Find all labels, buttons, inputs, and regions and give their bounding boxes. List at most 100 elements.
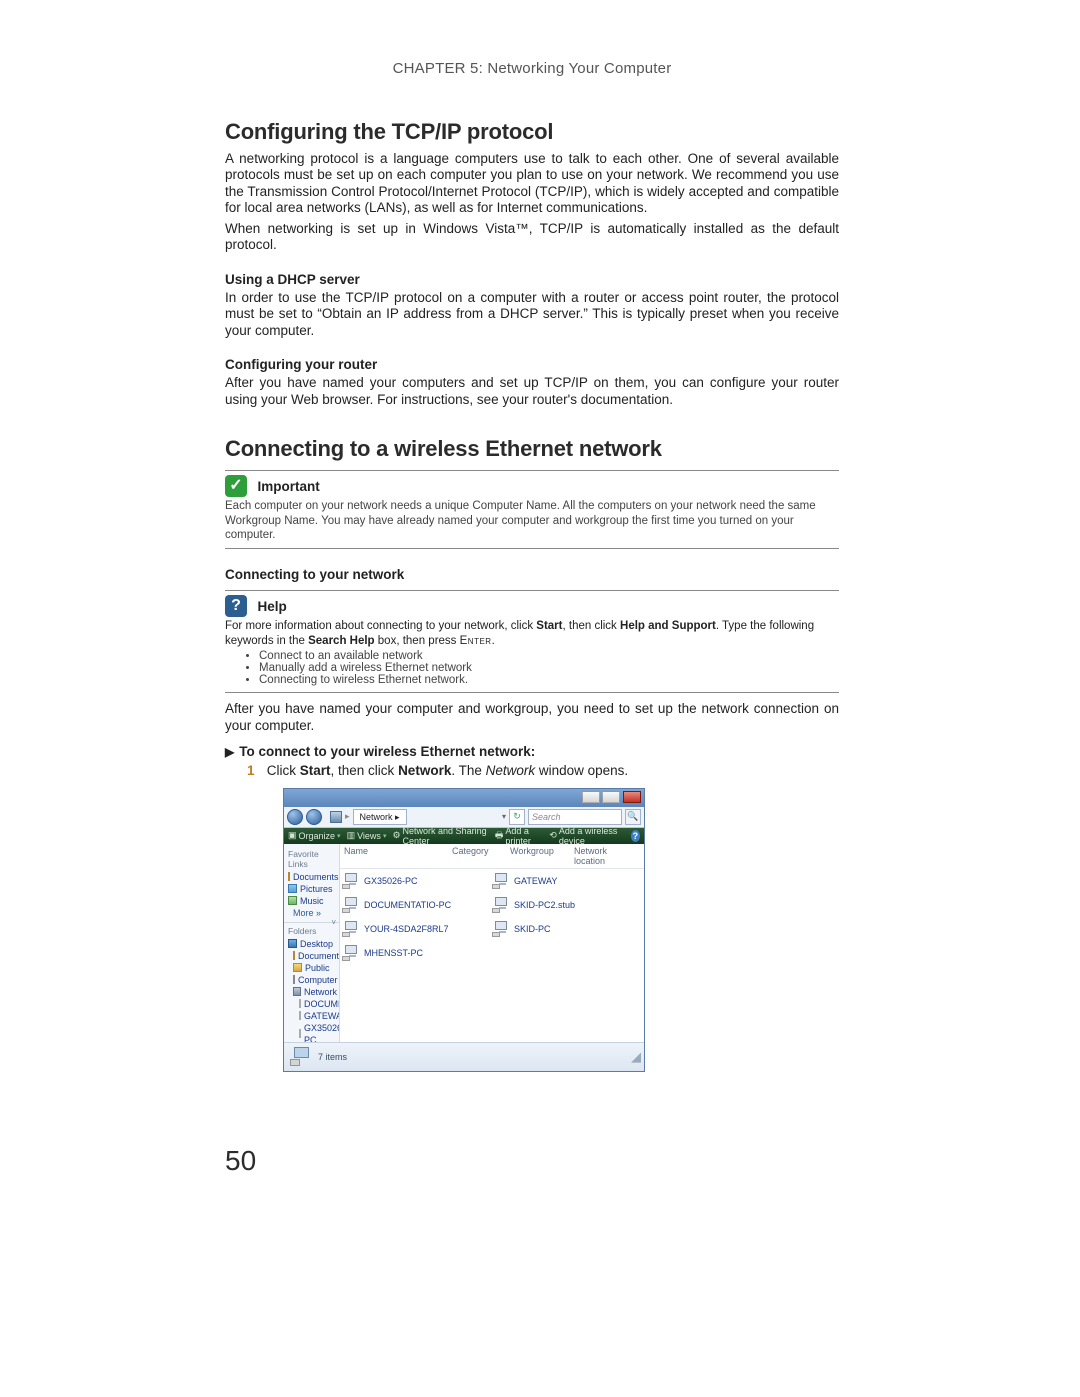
network-icon (330, 811, 342, 823)
sidebar-documents[interactable]: Documents (288, 871, 337, 883)
item-mhensst[interactable]: MHENSST-PC (342, 945, 492, 961)
sidebar-node-2[interactable]: GATEWAY (299, 1010, 337, 1022)
triangle-icon: ▶ (225, 745, 234, 759)
para-dhcp: In order to use the TCP/IP protocol on a… (225, 290, 839, 339)
heading-wireless: Connecting to a wireless Ethernet networ… (225, 436, 839, 462)
step-1-e: . The (451, 763, 485, 778)
sidebar-documentation[interactable]: Documentation (293, 950, 337, 962)
callout-help-title: Help (257, 599, 286, 614)
help-kw-2: Manually add a wireless Ethernet network (259, 662, 839, 674)
help-sh: Search Help (308, 635, 374, 647)
computer-icon (342, 873, 360, 889)
col-category[interactable]: Category (448, 844, 506, 868)
sidebar-public[interactable]: Public (293, 962, 337, 974)
toolbar: ▣Organize▾ ▥Views▾ ⚙Network and Sharing … (284, 828, 644, 844)
callout-important-text: Each computer on your network needs a un… (225, 500, 816, 541)
callout-help-body: For more information about connecting to… (225, 619, 839, 648)
procedure-heading: ▶ To connect to your wireless Ethernet ne… (225, 744, 839, 759)
step-1: 1 Click Start, then click Network. The N… (247, 763, 839, 778)
forward-button[interactable] (306, 809, 322, 825)
help-text-a: For more information about connecting to… (225, 620, 536, 632)
item-documentatio[interactable]: DOCUMENTATIO-PC (342, 897, 492, 913)
col-workgroup[interactable]: Workgroup (506, 844, 570, 868)
computer-icon (342, 945, 360, 961)
maximize-button[interactable] (602, 791, 620, 803)
status-bar: 7 items ◢ (284, 1042, 644, 1071)
minimize-button[interactable] (582, 791, 600, 803)
callout-important-title: Important (257, 479, 319, 494)
sidebar-network[interactable]: Network (293, 986, 337, 998)
address-bar: ▸ Network ▸ ▾ ↻ Search 🔍 (284, 807, 644, 828)
help-enter: Enter (460, 635, 492, 647)
nav-pane: Favorite Links Documents Pictures Music … (284, 844, 340, 1042)
computer-icon (342, 921, 360, 937)
toolbar-add-printer[interactable]: 🖶Add a printer (495, 826, 543, 846)
subhead-router: Configuring your router (225, 357, 839, 372)
sidebar-node-1[interactable]: DOCUMENTATIO (299, 998, 337, 1010)
item-skid-pc[interactable]: SKID-PC (492, 921, 642, 937)
chapter-header: CHAPTER 5: Networking Your Computer (225, 60, 839, 77)
step-1-network-italic: Network (486, 763, 536, 778)
help-kw-1: Connect to an available network (259, 650, 839, 662)
toolbar-nsc[interactable]: ⚙Network and Sharing Center (392, 826, 488, 846)
computer-icon (492, 873, 510, 889)
check-icon (225, 475, 247, 497)
toolbar-organize[interactable]: ▣Organize▾ (288, 830, 341, 841)
step-1-a: Click (267, 763, 300, 778)
col-location[interactable]: Network location (570, 844, 644, 868)
network-window: ▸ Network ▸ ▾ ↻ Search 🔍 ▣Organize▾ ▥Vie… (283, 788, 645, 1072)
step-1-c: , then click (331, 763, 399, 778)
step-1-start: Start (300, 763, 331, 778)
close-button[interactable] (623, 791, 641, 803)
page-number: 50 (225, 1145, 256, 1177)
content-pane: Name Category Workgroup Network location… (340, 844, 644, 1042)
sidebar-node-3[interactable]: GX35026-PC (299, 1022, 337, 1042)
sidebar-music[interactable]: Music (288, 895, 337, 907)
item-your-4sda[interactable]: YOUR-4SDA2F8RL7 (342, 921, 492, 937)
status-computer-icon (290, 1047, 312, 1067)
item-gateway[interactable]: GATEWAY (492, 873, 642, 889)
step-1-number: 1 (247, 763, 263, 778)
toolbar-help-button[interactable]: ? (631, 830, 640, 842)
folders-header[interactable]: Folders (288, 926, 337, 936)
breadcrumb[interactable]: Network ▸ (353, 809, 407, 825)
procedure-heading-text: To connect to your wireless Ethernet net… (239, 744, 535, 759)
help-icon (225, 595, 247, 617)
help-text-b: , then click (562, 620, 620, 632)
status-text: 7 items (318, 1052, 347, 1062)
para-router: After you have named your computers and … (225, 375, 839, 408)
item-gx35026[interactable]: GX35026-PC (342, 873, 492, 889)
search-input[interactable]: Search (528, 809, 622, 825)
help-keyword-list: Connect to an available network Manually… (259, 650, 839, 686)
back-button[interactable] (287, 809, 303, 825)
help-kw-3: Connecting to wireless Ethernet network. (259, 674, 839, 686)
help-start: Start (536, 620, 562, 632)
column-headers[interactable]: Name Category Workgroup Network location (340, 844, 644, 869)
callout-help: Help For more information about connecti… (225, 590, 839, 693)
step-1-network: Network (398, 763, 451, 778)
favorite-links-header: Favorite Links (288, 849, 337, 869)
search-icon[interactable]: 🔍 (625, 809, 641, 825)
folders-toggle-icon[interactable]: ˅ (331, 918, 336, 927)
item-skid-stub[interactable]: SKID-PC2.stub (492, 897, 642, 913)
toolbar-views[interactable]: ▥Views▾ (347, 830, 387, 841)
computer-icon (492, 921, 510, 937)
toolbar-add-wireless[interactable]: ⟲Add a wireless device (549, 826, 624, 846)
para-intro-2: When networking is set up in Windows Vis… (225, 221, 839, 254)
computer-icon (342, 897, 360, 913)
refresh-button[interactable]: ↻ (509, 809, 525, 825)
sidebar-pictures[interactable]: Pictures (288, 883, 337, 895)
col-name[interactable]: Name (340, 844, 448, 868)
help-hs: Help and Support (620, 620, 716, 632)
subhead-dhcp: Using a DHCP server (225, 272, 839, 287)
step-1-g: window opens. (535, 763, 628, 778)
resize-grip-icon[interactable]: ◢ (631, 1049, 638, 1065)
item-grid: GX35026-PC GATEWAY DOCUMENTATIO-PC SKID-… (340, 869, 644, 973)
subhead-connecting: Connecting to your network (225, 567, 839, 582)
sidebar-computer[interactable]: Computer (293, 974, 337, 986)
sidebar-desktop[interactable]: Desktop (288, 938, 337, 950)
heading-tcpip: Configuring the TCP/IP protocol (225, 119, 839, 145)
window-titlebar[interactable] (284, 789, 644, 807)
computer-icon (492, 897, 510, 913)
callout-important: Important Each computer on your network … (225, 470, 839, 549)
